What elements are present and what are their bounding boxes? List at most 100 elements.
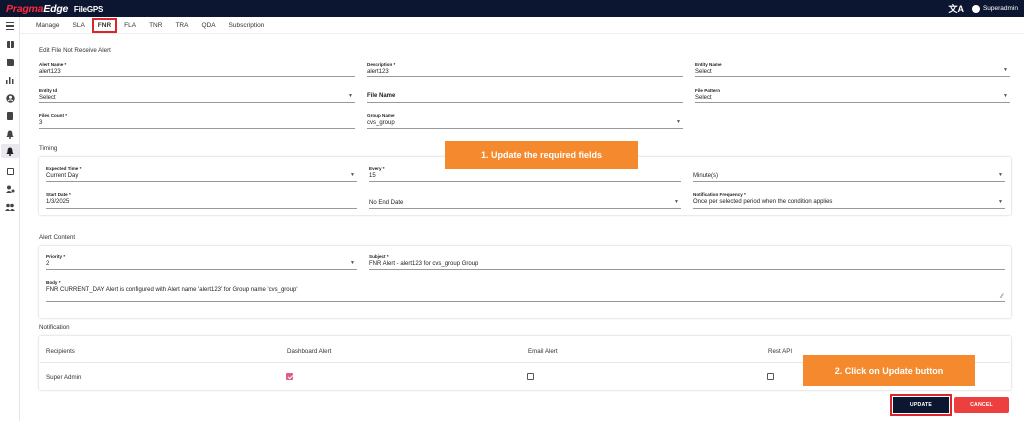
file-name-field[interactable]: File Name	[367, 88, 683, 103]
start-date-field[interactable]: Start Date * 1/3/2025	[46, 192, 357, 209]
tab-qda[interactable]: QDA	[201, 22, 215, 29]
user-menu[interactable]: Superadmin	[971, 4, 1018, 13]
expected-time-label: Expected Time *	[46, 166, 82, 171]
entity-id-select[interactable]: Entity Id Select ▼	[39, 88, 355, 103]
cancel-button[interactable]: CANCEL	[954, 397, 1009, 413]
tab-fnr[interactable]: FNR	[91, 17, 118, 33]
entity-id-value: Select	[39, 95, 56, 101]
translate-icon[interactable]: 文A	[948, 2, 964, 15]
time-unit-value: Minute(s)	[693, 173, 719, 179]
document-icon[interactable]	[5, 111, 15, 121]
body-textarea[interactable]: Body * FNR CURRENT_DAY Alert is configur…	[46, 280, 1005, 302]
form-title: Edit File Not Receive Alert	[39, 47, 111, 54]
end-date-select[interactable]: No End Date ▼	[369, 192, 681, 209]
callout-update-fields: 1. Update the required fields	[445, 141, 638, 169]
account-icon	[971, 4, 980, 13]
files-icon[interactable]	[5, 57, 15, 67]
priority-select[interactable]: Priority * 2 ▼	[46, 254, 357, 270]
column-dashboard-alert: Dashboard Alert	[287, 348, 332, 355]
group-name-value: cvs_group	[367, 120, 395, 126]
notification-frequency-value: Once per selected period when the condit…	[693, 199, 833, 205]
chevron-down-icon: ▼	[676, 119, 681, 125]
description-value: alert123	[367, 69, 389, 75]
priority-label: Priority *	[46, 254, 66, 259]
tab-fla[interactable]: FLA	[124, 22, 136, 29]
body-value: FNR CURRENT_DAY Alert is configured with…	[46, 287, 298, 293]
group-name-label: Group Name	[367, 113, 395, 118]
user-settings-icon[interactable]	[5, 184, 15, 194]
start-date-label: Start Date *	[46, 192, 71, 197]
file-pattern-select[interactable]: File Pattern Select ▼	[695, 88, 1010, 103]
menu-icon[interactable]	[5, 21, 15, 31]
end-date-value: No End Date	[369, 200, 404, 206]
expected-time-value: Current Day	[46, 173, 79, 179]
email-alert-checkbox[interactable]	[527, 373, 534, 380]
resize-handle-icon[interactable]: ⁄⁄	[1001, 294, 1003, 300]
side-rail	[0, 17, 20, 421]
entity-id-label: Entity Id	[39, 88, 58, 93]
tab-manage[interactable]: Manage	[36, 22, 60, 29]
group-icon[interactable]	[5, 202, 15, 212]
tab-tra[interactable]: TRA	[175, 22, 188, 29]
chevron-down-icon: ▼	[1003, 67, 1008, 73]
top-bar: PragmaEdge FileGPS 文A Superadmin	[0, 0, 1024, 17]
brand-name-part1: Pragma	[6, 2, 44, 15]
group-name-select[interactable]: Group Name cvs_group ▼	[367, 113, 683, 129]
files-count-label: Files Count *	[39, 113, 68, 118]
column-rest-api: Rest API	[768, 348, 793, 355]
alert-name-value: alert123	[39, 69, 61, 75]
tab-bar: Manage SLA FNR FLA TNR TRA QDA Subscript…	[20, 17, 1024, 34]
brand-name-part2: Edge	[43, 2, 69, 15]
tab-subscription[interactable]: Subscription	[229, 22, 265, 29]
chevron-down-icon: ▼	[348, 93, 353, 99]
start-date-value: 1/3/2025	[46, 199, 70, 205]
user-name: Superadmin	[982, 5, 1018, 12]
recipient-cell: Super Admin	[46, 374, 82, 381]
file-pattern-label: File Pattern	[695, 88, 721, 93]
column-email-alert: Email Alert	[528, 348, 558, 355]
files-count-field[interactable]: Files Count * 3	[39, 113, 355, 129]
settings-icon[interactable]	[5, 166, 15, 176]
entity-name-value: Select	[695, 69, 712, 75]
bell-icon[interactable]	[5, 129, 15, 139]
timing-title: Timing	[39, 145, 58, 152]
brand-logo[interactable]: PragmaEdge FileGPS	[6, 3, 103, 15]
entity-name-label: Entity Name	[695, 62, 722, 67]
tab-sla[interactable]: SLA	[73, 22, 85, 29]
dashboard-icon[interactable]	[5, 39, 15, 49]
rest-api-checkbox[interactable]	[767, 373, 774, 380]
time-unit-select[interactable]: Minute(s) ▼	[693, 166, 1005, 182]
alert-name-field[interactable]: Alert Name * alert123	[39, 62, 355, 77]
notification-frequency-label: Notification Frequency *	[693, 192, 746, 197]
chevron-down-icon: ▼	[998, 172, 1003, 178]
subject-label: Subject *	[369, 254, 389, 259]
product-name: FileGPS	[73, 4, 104, 14]
priority-value: 2	[46, 261, 50, 267]
dashboard-alert-checkbox[interactable]	[286, 373, 293, 380]
chevron-down-icon: ▼	[1003, 93, 1008, 99]
chevron-down-icon: ▼	[674, 199, 679, 205]
chart-icon[interactable]	[5, 75, 15, 85]
entity-name-select[interactable]: Entity Name Select ▼	[695, 62, 1010, 77]
subject-field[interactable]: Subject * FNR Alert - alert123 for cvs_g…	[369, 254, 1005, 270]
description-field[interactable]: Description * alert123	[367, 62, 683, 77]
subject-value: FNR Alert - alert123 for cvs_group Group	[369, 261, 479, 267]
update-button[interactable]: UPDATE	[890, 394, 952, 416]
user-circle-icon[interactable]	[5, 93, 15, 103]
expected-time-select[interactable]: Expected Time * Current Day ▼	[46, 166, 357, 182]
notification-frequency-select[interactable]: Notification Frequency * Once per select…	[693, 192, 1005, 209]
description-label: Description *	[367, 62, 396, 67]
column-recipients: Recipients	[46, 348, 75, 355]
body-label: Body *	[46, 280, 61, 285]
callout-click-update: 2. Click on Update button	[803, 355, 975, 386]
files-count-value: 3	[39, 120, 43, 126]
tab-tnr[interactable]: TNR	[149, 22, 162, 29]
file-name-label: File Name	[367, 93, 396, 99]
chevron-down-icon: ▼	[350, 172, 355, 178]
alert-name-label: Alert Name *	[39, 62, 67, 67]
alert-bell-icon[interactable]	[1, 144, 19, 158]
file-pattern-value: Select	[695, 95, 712, 101]
notification-title: Notification	[39, 324, 70, 331]
chevron-down-icon: ▼	[350, 260, 355, 266]
chevron-down-icon: ▼	[998, 199, 1003, 205]
